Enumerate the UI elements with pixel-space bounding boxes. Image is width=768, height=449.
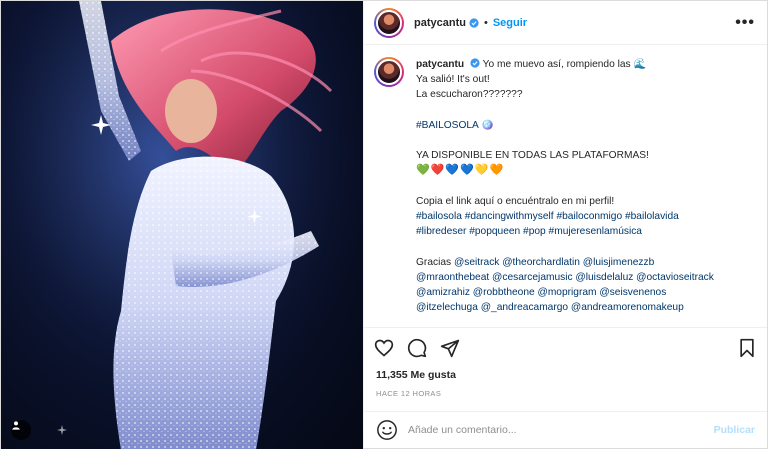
mention-links[interactable]: @mraonthebeat @cesarcejamusic @luisdelal… [416,270,746,285]
user-tag-icon[interactable] [11,420,31,440]
header-username[interactable]: patycantu [414,17,466,29]
share-icon[interactable] [440,338,460,358]
caption-line: YA DISPONIBLE EN TODAS LAS PLATAFORMAS! [416,150,649,162]
verified-badge-icon [470,58,480,68]
post-timestamp[interactable]: HACE 12 HORAS [364,387,767,411]
comment-bar: Publicar [364,411,767,448]
hearts-row: 💚❤️💙💙💛🧡 [416,163,746,178]
caption-username[interactable]: patycantu [416,59,464,70]
heart-emoji: 💙 [445,164,460,177]
publish-button[interactable]: Publicar [714,424,755,436]
bookmark-icon[interactable] [737,338,757,358]
separator-dot: • [483,16,488,29]
action-bar [364,327,767,367]
post-header: patycantu • Seguir ••• [364,1,767,45]
emoji-icon[interactable] [376,419,398,441]
post-photo[interactable] [1,1,363,449]
heart-icon[interactable] [374,338,394,358]
instagram-post: patycantu • Seguir ••• patycantu Yo me m… [0,0,768,449]
heart-emoji: 🧡 [489,164,504,177]
hashtag-link[interactable]: #BAILOSOLA 🪩 [416,118,746,133]
hashtag-links[interactable]: #bailosola #dancingwithmyself #bailoconm… [416,209,746,224]
mention-links[interactable]: @itzelechuga @_andreacamargo @andreamore… [416,300,746,315]
likes-count[interactable]: 11,355 Me gusta [364,367,767,387]
caption-line: Gracias [416,256,454,268]
caption-area: patycantu Yo me muevo así, rompiendo las… [364,45,767,327]
heart-emoji: 💛 [474,164,489,177]
more-options-icon[interactable]: ••• [735,14,755,31]
verified-badge-icon [469,17,479,28]
mention-links[interactable]: @amizrahiz @robbtheone @moprigram @seisv… [416,285,746,300]
follow-button[interactable]: Seguir [493,17,527,29]
hashtag-links[interactable]: #libredeser #popqueen #pop #mujeresenlam… [416,224,746,239]
comment-icon[interactable] [407,338,427,358]
caption-line: Ya salió! It's out! [416,74,490,86]
avatar[interactable] [374,7,404,38]
mention-links[interactable]: @seitrack @theorchardlatin @luisjimenezz… [454,257,654,268]
dancer-image [1,1,363,449]
heart-emoji: 💚 [416,164,430,177]
caption-avatar[interactable] [374,57,404,87]
heart-emoji: ❤️ [430,164,445,177]
comment-input[interactable] [408,424,714,436]
caption-line: Copia el link aquí o encuéntralo en mi p… [416,195,615,207]
caption-text: patycantu Yo me muevo así, rompiendo las… [416,57,746,327]
heart-emoji: 💙 [460,164,474,177]
post-sidebar: patycantu • Seguir ••• patycantu Yo me m… [363,1,767,448]
caption-line: Yo me muevo así, rompiendo las 🌊 [482,59,647,70]
caption-line: La escucharon??????? [416,89,523,101]
